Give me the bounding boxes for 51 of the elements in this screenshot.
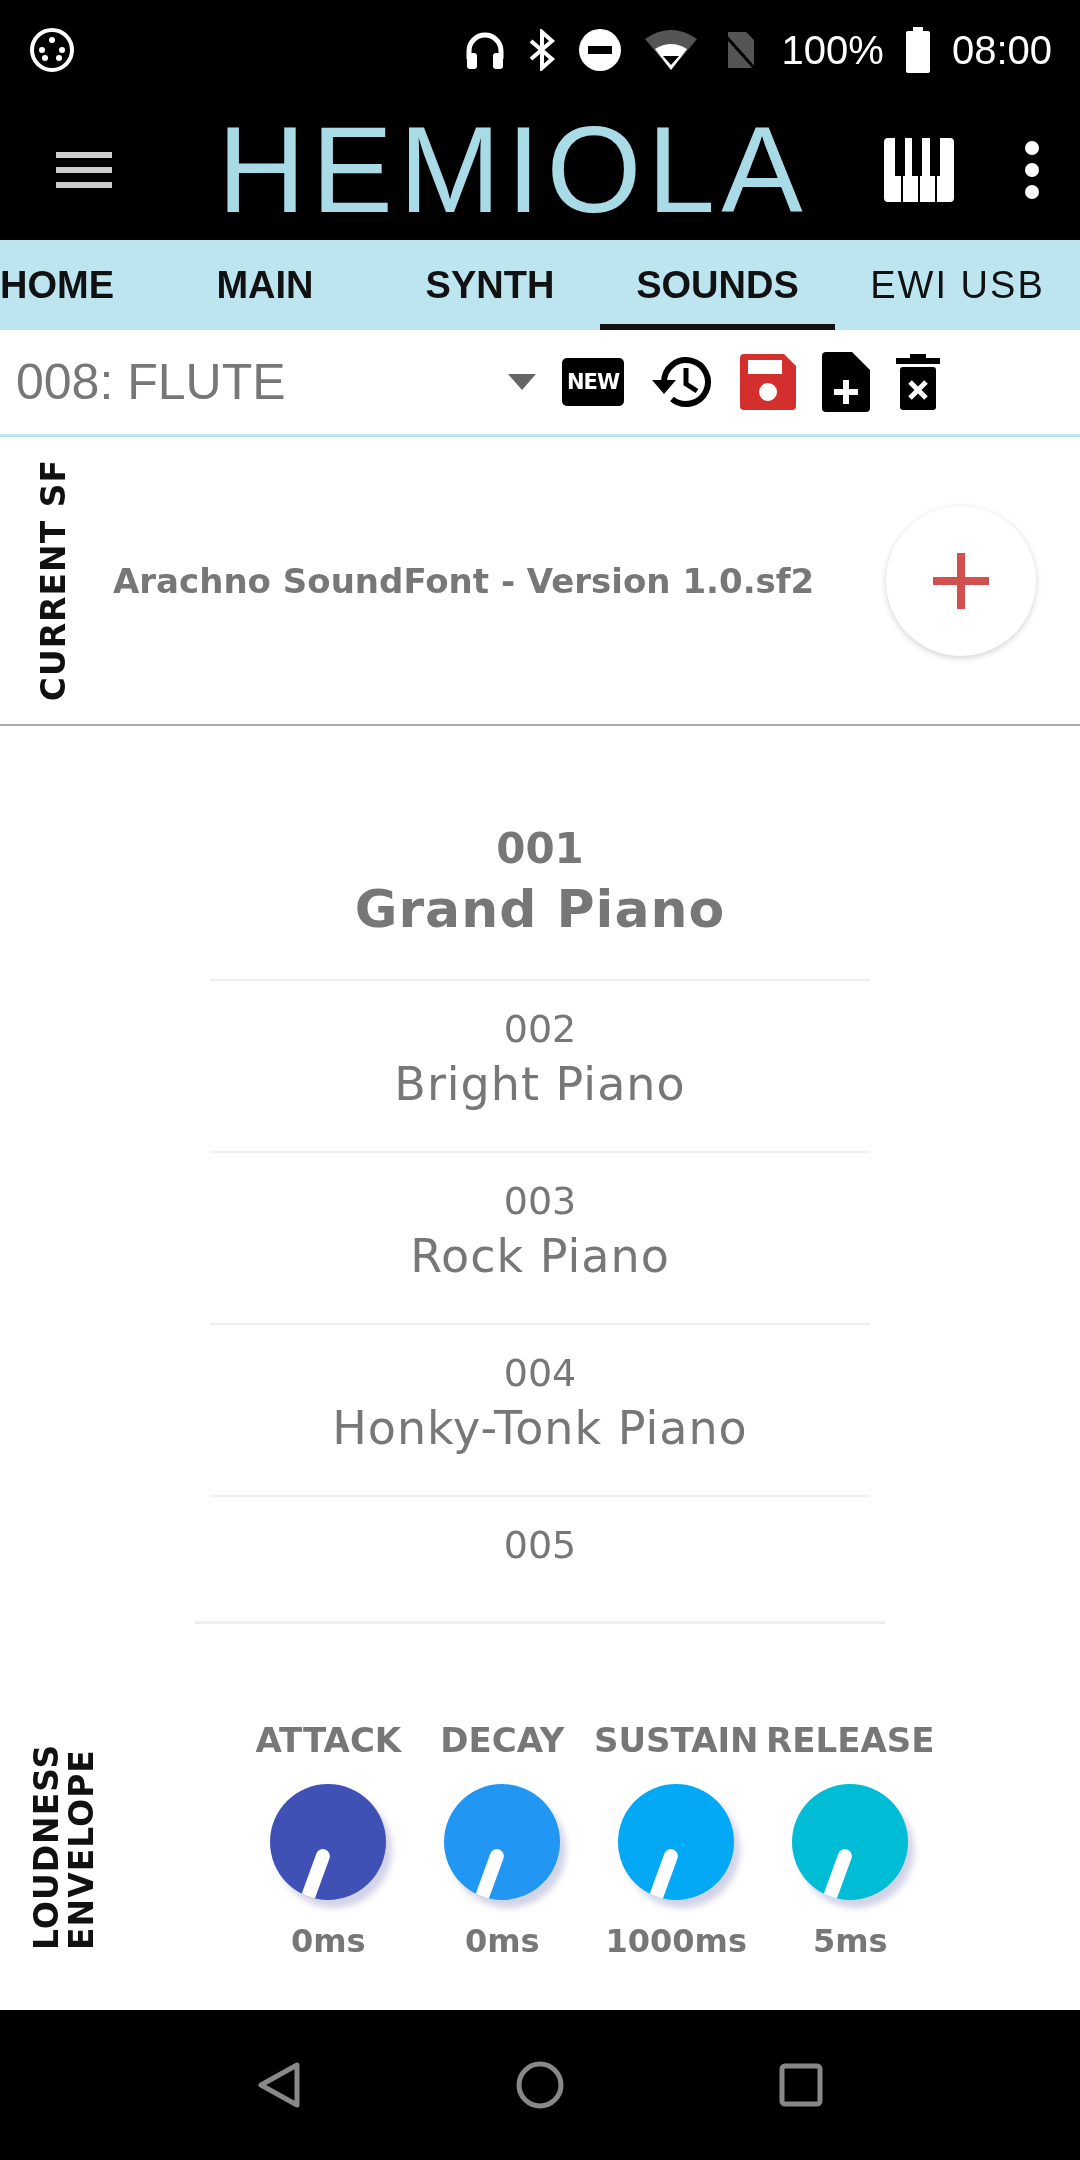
knob-value: 0ms [290,1922,366,1960]
recents-icon[interactable] [778,2063,823,2107]
preset-item[interactable]: 002 Bright Piano [210,981,870,1153]
knob-label: DECAY [440,1720,565,1760]
preset-dropdown[interactable]: 008: FLUTE [16,353,536,411]
piano-keyboard-icon[interactable] [884,138,954,202]
knob-value: 1000ms [605,1922,747,1960]
preset-name: Rock Piano [410,1229,670,1283]
home-icon[interactable] [516,2061,564,2109]
tab[interactable]: HOME [0,240,150,330]
menu-icon[interactable] [56,150,112,190]
tab[interactable]: EWI USB [835,240,1080,330]
battery-percent: 100% [781,27,884,73]
knob-value: 5ms [812,1922,888,1960]
knob-value: 0ms [464,1922,540,1960]
app-logo: HEMIOLA [216,109,810,231]
save-icon[interactable] [740,354,797,410]
loudness-envelope-label: LOUDNESS ENVELOPE [30,1742,100,1950]
preset-number: 002 [503,1007,577,1051]
battery-icon [905,27,930,73]
preset-name: Honky-Tonk Piano [332,1401,748,1455]
clock: 08:00 [951,27,1052,73]
preset-number: 004 [503,1351,577,1395]
preset-number: 003 [503,1179,577,1223]
preset-item[interactable]: 005 [195,1497,885,1624]
knob-label: RELEASE [766,1720,935,1760]
tab[interactable]: MAIN [150,240,380,330]
dropdown-caret-icon [508,374,536,390]
wifi-icon [643,29,698,71]
new-preset-button[interactable]: NEW [562,358,625,406]
preset-item[interactable]: 003 Rock Piano [210,1153,870,1325]
plus-icon [931,550,991,611]
midi-icon [28,26,76,74]
bluetooth-icon [527,29,556,71]
current-sf-label: CURRENT SF [34,459,73,702]
delete-icon[interactable] [896,354,941,410]
back-icon[interactable] [257,2061,302,2109]
preset-number: 001 [496,824,584,873]
add-file-icon[interactable] [822,352,871,412]
preset-item[interactable]: 004 Honky-Tonk Piano [210,1325,870,1497]
tab[interactable]: SYNTH [380,240,600,330]
preset-name: Bright Piano [394,1057,686,1111]
preset-name: Grand Piano [354,879,726,939]
preset-item[interactable]: 001 Grand Piano [210,798,870,981]
preset-number: 005 [503,1523,577,1567]
do-not-disturb-icon [577,28,622,72]
knob-label: SUSTAIN [594,1720,759,1760]
tab[interactable]: SOUNDS [600,240,835,330]
more-options-icon[interactable] [1024,140,1040,200]
soundfont-filename: Arachno SoundFont - Version 1.0.sf2 [112,560,816,601]
knob-label: ATTACK [255,1720,402,1760]
